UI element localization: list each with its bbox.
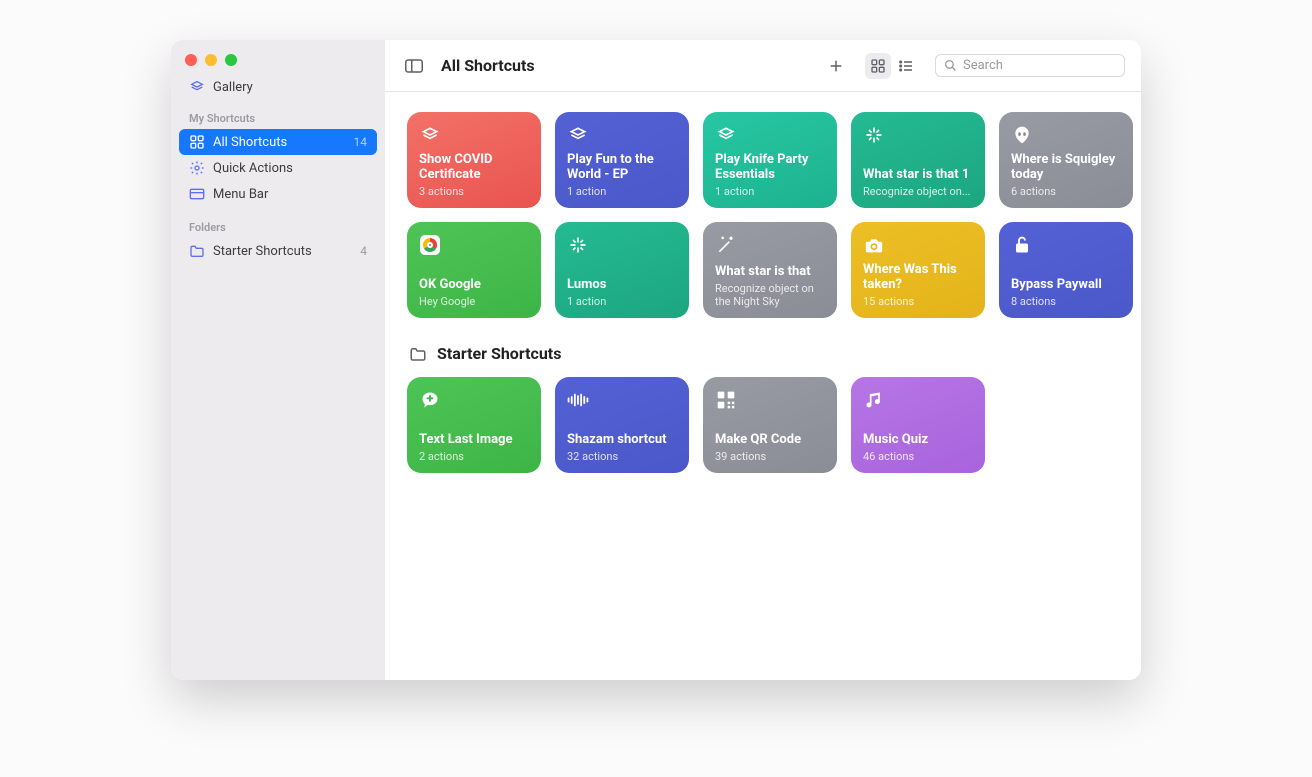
shortcuts-grid-main: Show COVID Certificate 3 actions Play Fun … (407, 112, 1119, 318)
wand-icon (715, 234, 737, 256)
search-placeholder: Search (963, 58, 1003, 73)
shortcut-card[interactable]: Text Last Image 2 actions (407, 377, 541, 473)
alien-icon (1011, 124, 1033, 146)
sidebar-item-menu[interactable]: Menu Bar (179, 181, 377, 207)
shortcut-title: Lumos (567, 278, 677, 293)
sparkle-icon (863, 124, 885, 146)
shortcut-title: Text Last Image (419, 433, 529, 448)
minimize-window-button[interactable] (205, 54, 217, 66)
gear-icon (189, 160, 205, 176)
sidebar-item-label: Starter Shortcuts (213, 244, 312, 259)
shortcut-subtitle: 39 actions (715, 450, 825, 463)
sidebar-item-label: All Shortcuts (213, 135, 287, 150)
layers-icon (715, 124, 737, 146)
sparkle-icon (567, 234, 589, 256)
shortcut-card[interactable]: Bypass Paywall 8 actions (999, 222, 1133, 318)
shortcut-subtitle: 6 actions (1011, 185, 1121, 198)
gallery-icon (189, 79, 205, 95)
toolbar: All Shortcuts (385, 40, 1141, 92)
shortcut-title: What star is that 1 (863, 168, 973, 183)
layers-icon (567, 124, 589, 146)
shortcut-title: Shazam shortcut (567, 433, 677, 448)
sidebar-section-header: My Shortcuts (179, 102, 377, 129)
view-mode-toggle (863, 51, 921, 81)
content-scroll[interactable]: Show COVID Certificate 3 actions Play Fun … (385, 92, 1141, 680)
wave-icon (567, 389, 589, 411)
note-icon (863, 389, 885, 411)
camera-icon (863, 234, 885, 256)
shortcut-subtitle: 46 actions (863, 450, 973, 463)
shortcut-card[interactable]: Play Fun to the World - EP 1 action (555, 112, 689, 208)
shortcut-subtitle: 1 action (567, 185, 677, 198)
sidebar-item-all[interactable]: All Shortcuts 14 (179, 129, 377, 155)
window-controls (171, 40, 385, 72)
page-title: All Shortcuts (441, 56, 535, 75)
shortcut-card[interactable]: Shazam shortcut 32 actions (555, 377, 689, 473)
shortcut-card[interactable]: Make QR Code 39 actions (703, 377, 837, 473)
close-window-button[interactable] (185, 54, 197, 66)
shortcut-title: Music Quiz (863, 433, 973, 448)
shortcut-card[interactable]: Where is Squigley today 6 actions (999, 112, 1133, 208)
shortcut-card[interactable]: Show COVID Certificate 3 actions (407, 112, 541, 208)
sidebar-item-starter[interactable]: Starter Shortcuts 4 (179, 238, 377, 264)
chrome-icon (419, 234, 441, 256)
folder-section-header[interactable]: Starter Shortcuts (409, 344, 1119, 363)
sidebar-item-label: Quick Actions (213, 161, 293, 176)
shortcuts-grid-folder: Text Last Image 2 actions Shazam shortcut 3… (407, 377, 1119, 473)
shortcut-subtitle: 32 actions (567, 450, 677, 463)
shortcut-title: What star is that (715, 265, 825, 280)
shortcut-subtitle: 3 actions (419, 185, 529, 198)
shortcut-title: Where is Squigley today (1011, 153, 1121, 183)
shortcut-subtitle: Recognize object on... (863, 185, 973, 198)
shortcut-subtitle: 2 actions (419, 450, 529, 463)
shortcut-card[interactable]: Music Quiz 46 actions (851, 377, 985, 473)
shortcut-title: Where Was This taken? (863, 263, 973, 293)
search-icon (944, 59, 957, 72)
shortcut-title: Play Fun to the World - EP (567, 153, 677, 183)
qr-icon (715, 389, 737, 411)
shortcut-title: Show COVID Certificate (419, 153, 529, 183)
shortcut-title: Make QR Code (715, 433, 825, 448)
main: All Shortcuts (385, 40, 1141, 680)
sidebar-item-count: 14 (354, 135, 368, 149)
sidebar-item-quick[interactable]: Quick Actions (179, 155, 377, 181)
sidebar-item-gallery[interactable]: Gallery (179, 74, 377, 100)
folder-section-title: Starter Shortcuts (437, 344, 561, 363)
shortcut-card[interactable]: What star is that 1 Recognize object on..… (851, 112, 985, 208)
shortcut-title: OK Google (419, 278, 529, 293)
sidebar-item-count: 4 (360, 244, 367, 258)
app-window: Gallery My Shortcuts All Shortcuts 14 Quick… (171, 40, 1141, 680)
shortcut-subtitle: 8 actions (1011, 295, 1121, 308)
shortcut-subtitle: Recognize object on the Night Sky (715, 282, 825, 308)
shortcut-card[interactable]: Lumos 1 action (555, 222, 689, 318)
sidebar-item-label: Menu Bar (213, 187, 268, 202)
sidebar-item-label: Gallery (213, 80, 253, 95)
lock-icon (1011, 234, 1033, 256)
folder-icon (409, 346, 427, 362)
list-view-button[interactable] (893, 53, 919, 79)
grid-view-button[interactable] (865, 53, 891, 79)
shortcut-card[interactable]: Play Knife Party Essentials 1 action (703, 112, 837, 208)
shortcut-card[interactable]: Where Was This taken? 15 actions (851, 222, 985, 318)
shortcut-card[interactable]: What star is that Recognize object on the… (703, 222, 837, 318)
chatplus-icon (419, 389, 441, 411)
folder-icon (189, 243, 205, 259)
window-icon (189, 186, 205, 202)
toggle-sidebar-button[interactable] (401, 53, 427, 79)
layers-icon (419, 124, 441, 146)
zoom-window-button[interactable] (225, 54, 237, 66)
shortcut-subtitle: 1 action (567, 295, 677, 308)
shortcut-subtitle: 1 action (715, 185, 825, 198)
shortcut-subtitle: 15 actions (863, 295, 973, 308)
sidebar: Gallery My Shortcuts All Shortcuts 14 Quick… (171, 40, 385, 680)
grid-icon (189, 134, 205, 150)
shortcut-card[interactable]: OK Google Hey Google (407, 222, 541, 318)
sidebar-nav: Gallery My Shortcuts All Shortcuts 14 Quick… (171, 72, 385, 680)
new-shortcut-button[interactable] (823, 53, 849, 79)
shortcut-subtitle: Hey Google (419, 295, 529, 308)
sidebar-section-header: Folders (179, 211, 377, 238)
search-field[interactable]: Search (935, 54, 1125, 77)
shortcut-title: Bypass Paywall (1011, 278, 1121, 293)
shortcut-title: Play Knife Party Essentials (715, 153, 825, 183)
